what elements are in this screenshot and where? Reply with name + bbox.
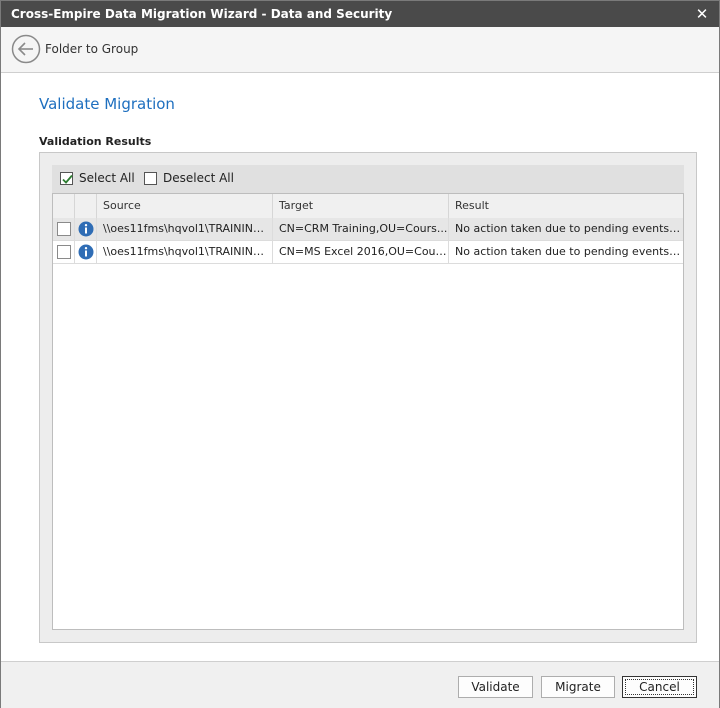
- result-cell: No action taken due to pending events fo…: [455, 222, 683, 235]
- column-header-result[interactable]: Result: [449, 194, 683, 218]
- status-column-header: [75, 194, 97, 218]
- navigation-bar: Folder to Group: [1, 27, 719, 73]
- source-cell: \\oes11fms\hqvol1\TRAINING\...: [97, 241, 273, 263]
- row-status-cell: [75, 218, 97, 240]
- migrate-button[interactable]: Migrate: [541, 676, 615, 698]
- row-checkbox[interactable]: [57, 245, 71, 259]
- check-icon: [62, 174, 73, 184]
- results-grid: Source Target Result \\oes11fms\hqvol1\T…: [52, 193, 684, 630]
- deselect-all-label[interactable]: Deselect All: [163, 171, 234, 185]
- row-checkbox-cell: [53, 241, 75, 263]
- footer-bar: Validate Migrate Cancel: [1, 661, 719, 708]
- checkbox-column-header: [53, 194, 75, 218]
- window-title: Cross-Empire Data Migration Wizard - Dat…: [11, 7, 393, 21]
- row-status-cell: [75, 241, 97, 263]
- target-cell: CN=MS Excel 2016,OU=Cours...: [273, 241, 449, 263]
- column-header-target[interactable]: Target: [273, 194, 449, 218]
- main-content: Validate Migration Validation Results Se…: [1, 73, 719, 661]
- validation-results-panel: Select All Deselect All Source Target Re…: [39, 152, 697, 643]
- grid-header: Source Target Result: [53, 194, 683, 219]
- column-header-source[interactable]: Source: [97, 194, 273, 218]
- selection-toolbar: Select All Deselect All: [52, 165, 684, 193]
- select-all-label[interactable]: Select All: [79, 171, 135, 185]
- title-bar: Cross-Empire Data Migration Wizard - Dat…: [1, 1, 719, 27]
- back-step-label[interactable]: Folder to Group: [45, 42, 138, 56]
- back-arrow-icon[interactable]: [11, 34, 41, 64]
- select-all-checkbox[interactable]: [60, 172, 73, 185]
- row-checkbox-cell: [53, 218, 75, 240]
- wizard-window: Cross-Empire Data Migration Wizard - Dat…: [0, 0, 720, 708]
- section-label: Validation Results: [39, 135, 152, 148]
- info-icon: [78, 221, 94, 237]
- row-checkbox[interactable]: [57, 222, 71, 236]
- validate-button[interactable]: Validate: [458, 676, 533, 698]
- close-icon[interactable]: ✕: [693, 5, 711, 23]
- cancel-button[interactable]: Cancel: [622, 676, 697, 698]
- source-cell: \\oes11fms\hqvol1\TRAINING\...: [97, 218, 273, 240]
- table-row[interactable]: \\oes11fms\hqvol1\TRAINING\... CN=MS Exc…: [53, 241, 683, 264]
- table-row[interactable]: \\oes11fms\hqvol1\TRAINING\... CN=CRM Tr…: [53, 218, 683, 241]
- result-cell: No action taken due to pending events fo…: [455, 245, 683, 258]
- target-cell: CN=CRM Training,OU=Cours...: [273, 218, 449, 240]
- info-icon: [78, 244, 94, 260]
- deselect-all-checkbox[interactable]: [144, 172, 157, 185]
- page-title: Validate Migration: [39, 95, 175, 113]
